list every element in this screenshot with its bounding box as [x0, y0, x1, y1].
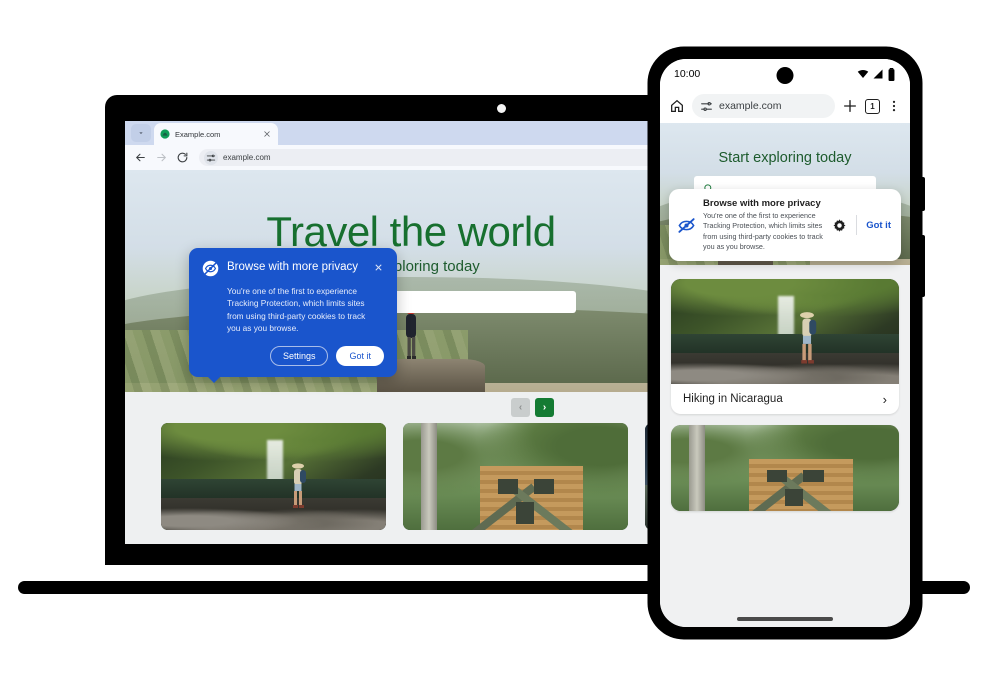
overflow-menu-icon[interactable]: [887, 98, 901, 114]
address-bar[interactable]: example.com: [199, 149, 688, 166]
dialog-actions: Settings Got it: [202, 345, 384, 366]
tracking-protection-eye-off-icon: [202, 260, 219, 277]
home-icon[interactable]: [669, 98, 685, 114]
got-it-button[interactable]: Got it: [336, 345, 384, 366]
card-title: Hiking in Nicaragua: [683, 393, 783, 405]
tune-glyph: [206, 154, 216, 161]
phone-device: 10:00 example.com 1 Start exploring toda…: [648, 47, 925, 639]
tracking-protection-tune-icon[interactable]: [700, 100, 713, 113]
list-item[interactable]: [671, 425, 899, 511]
gear-icon[interactable]: [832, 218, 847, 233]
tab-switcher-button[interactable]: 1: [865, 98, 880, 114]
example-site-favicon: [160, 129, 170, 139]
dialog-title: Browse with more privacy: [703, 198, 821, 209]
dialog-title: Browse with more privacy: [227, 261, 359, 273]
dialog-text-block: Browse with more privacy You're one of t…: [703, 198, 825, 252]
desktop-card-carousel: [161, 423, 697, 530]
phone-card-list: Hiking in Nicaragua ›: [660, 265, 910, 511]
close-icon[interactable]: [262, 129, 272, 139]
tracking-protection-eye-off-icon: [678, 217, 695, 233]
desktop-tracking-protection-dialog: Browse with more privacy You're one of t…: [189, 248, 397, 383]
phone-tracking-protection-dialog: Browse with more privacy You're one of t…: [669, 189, 901, 262]
dialog-body-text: You're one of the first to experience Tr…: [227, 286, 366, 334]
card-caption-row[interactable]: Hiking in Nicaragua ›: [671, 384, 899, 414]
reload-icon[interactable]: [176, 151, 189, 164]
tracking-protection-tune-icon[interactable]: [204, 150, 218, 165]
phone-screen: 10:00 example.com 1 Start exploring toda…: [660, 59, 910, 627]
webcam-icon: [497, 104, 506, 113]
dialog-body-text: You're one of the first to experience Tr…: [703, 211, 823, 252]
battery-icon: [888, 67, 895, 81]
chevron-right-icon[interactable]: ›: [883, 392, 887, 407]
phone-power-button[interactable]: [921, 177, 925, 211]
close-icon[interactable]: [373, 262, 384, 273]
list-item[interactable]: Hiking in Nicaragua ›: [671, 279, 899, 414]
status-bar-clock: 10:00: [674, 68, 701, 80]
back-icon[interactable]: [134, 151, 147, 164]
phone-status-bar: 10:00: [660, 59, 910, 89]
got-it-button[interactable]: Got it: [866, 220, 891, 231]
phone-hero-subtitle: Start exploring today: [718, 150, 852, 166]
laptop-device: Example.com example.com Travel the world…: [105, 95, 697, 565]
status-bar-icons: [857, 67, 896, 81]
address-bar-url: example.com: [223, 153, 271, 162]
photo-log-cabin: [403, 423, 628, 530]
carousel-prev-button[interactable]: ‹: [511, 398, 530, 417]
desktop-tab-strip: Example.com: [125, 121, 697, 145]
chevron-down-icon: [139, 132, 143, 134]
desktop-toolbar: example.com: [125, 145, 697, 170]
divider: [856, 215, 858, 236]
browser-tab[interactable]: Example.com: [154, 123, 278, 145]
hiker-figure: [292, 463, 306, 508]
card-waterfall-hiker[interactable]: [161, 423, 386, 530]
browser-tab-title: Example.com: [175, 129, 221, 139]
phone-browser-toolbar: example.com 1: [660, 89, 910, 123]
scene-root: Example.com example.com Travel the world…: [0, 0, 1000, 688]
cellular-signal-icon: [873, 69, 883, 79]
wifi-icon: [857, 70, 869, 78]
tab-search-button[interactable]: [131, 124, 151, 142]
phone-volume-button[interactable]: [921, 235, 925, 297]
phone-page: Start exploring today Hiking in Nicaragu…: [660, 123, 910, 627]
carousel-controls: ‹ ›: [511, 398, 554, 417]
dialog-header: Browse with more privacy: [202, 260, 384, 277]
hiker-figure: [800, 312, 817, 364]
settings-button[interactable]: Settings: [269, 345, 329, 366]
gesture-navigation-bar[interactable]: [737, 617, 833, 621]
laptop-screen: Example.com example.com Travel the world…: [125, 121, 697, 544]
photo-log-cabin: [671, 425, 899, 511]
desktop-page: Travel the world Start exploring today ‹…: [125, 170, 697, 544]
photo-waterfall-hiker: [671, 279, 899, 384]
forward-icon[interactable]: [155, 151, 168, 164]
phone-address-bar[interactable]: example.com: [692, 94, 835, 118]
carousel-next-button[interactable]: ›: [535, 398, 554, 417]
card-log-cabin[interactable]: [403, 423, 628, 530]
photo-waterfall-hiker: [161, 423, 386, 530]
phone-address-bar-url: example.com: [719, 100, 782, 112]
dialog-actions: Got it: [832, 215, 891, 236]
new-tab-plus-icon[interactable]: [842, 98, 858, 114]
dialog-pointer-tail: [207, 375, 221, 383]
front-camera-icon: [776, 67, 794, 84]
